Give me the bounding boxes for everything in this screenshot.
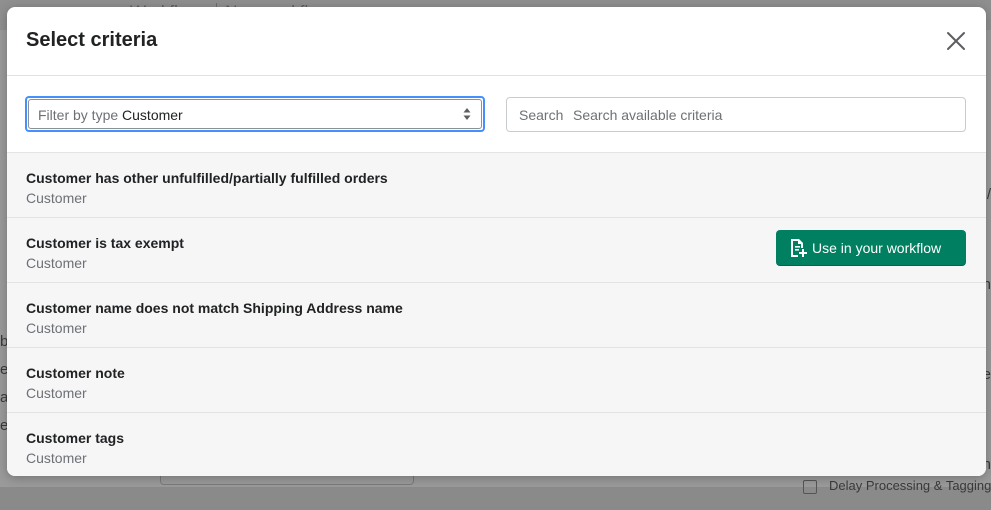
background-checkbox: Delay Processing & Tagging	[803, 478, 991, 494]
search-field[interactable]: Search	[506, 97, 966, 132]
filter-type-value: Customer	[122, 107, 183, 123]
modal-header: Select criteria	[7, 7, 986, 76]
list-item-type: Customer	[26, 190, 87, 206]
list-item-type: Customer	[26, 385, 87, 401]
background-checkbox-label: Delay Processing & Tagging	[829, 478, 991, 493]
criteria-list: Customer has other unfulfilled/partially…	[7, 153, 986, 476]
filter-type-select[interactable]: Filter by type Customer	[25, 96, 485, 132]
search-label: Search	[519, 107, 564, 123]
close-icon	[947, 32, 965, 50]
modal-title: Select criteria	[26, 29, 158, 51]
list-item-title: Customer tags	[26, 430, 125, 446]
list-item-type: Customer	[26, 450, 87, 466]
filter-bar: Filter by type Customer Search	[7, 76, 986, 153]
list-item-title: Customer name does not match Shipping Ad…	[26, 300, 403, 316]
list-item-title: Customer note	[26, 365, 125, 381]
list-item[interactable]: Customer note Customer	[7, 348, 986, 413]
list-item-title: Customer has other unfulfilled/partially…	[26, 170, 388, 186]
select-criteria-modal: Select criteria Filter by type Customer …	[7, 7, 986, 476]
list-item-type: Customer	[26, 255, 87, 271]
close-button[interactable]	[946, 31, 966, 51]
list-item[interactable]: Customer has other unfulfilled/partially…	[7, 153, 986, 218]
use-in-workflow-button[interactable]: Use in your workflow	[776, 230, 966, 266]
select-arrows-icon	[463, 108, 471, 120]
use-in-workflow-label: Use in your workflow	[812, 240, 942, 256]
filter-type-label: Filter by type	[38, 107, 119, 123]
filter-type-display: Filter by type Customer	[38, 107, 183, 123]
list-item-type: Customer	[26, 320, 87, 336]
list-item[interactable]: Customer is tax exempt Customer Use in y…	[7, 218, 986, 283]
list-item[interactable]: Customer name does not match Shipping Ad…	[7, 283, 986, 348]
list-item[interactable]: Customer tags Customer	[7, 413, 986, 476]
add-document-icon	[791, 239, 807, 257]
list-item-title: Customer is tax exempt	[26, 235, 184, 251]
search-input[interactable]	[571, 104, 955, 126]
